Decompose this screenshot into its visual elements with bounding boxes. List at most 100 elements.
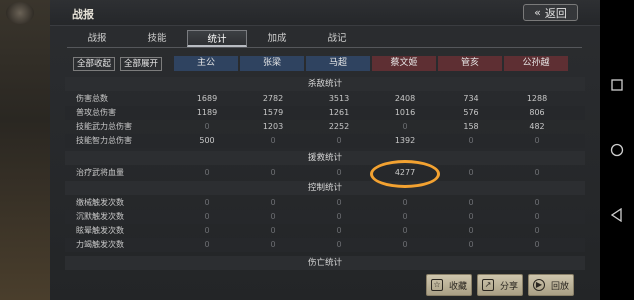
table-cell: 482 [529,122,545,131]
table-row: 沉默触发次数 0 0 0 0 0 0 [65,210,585,224]
collapse-all-button[interactable]: 全部收起 [73,57,115,71]
tab-report[interactable]: 战报 [67,30,127,47]
android-navigation-bar [600,0,634,300]
battle-report-panel: 战报 « 返回 战报 技能 统计 加成 战记 全部收起 全部展开 主公 张梁 马… [50,0,600,300]
general-header-machao: 马超 [306,56,370,71]
table-cell: 1016 [394,108,416,117]
left-background-strip [0,0,50,300]
replay-label: 回放 [550,281,569,292]
favorite-label: 收藏 [448,281,467,292]
row-label: 治疗武将血量 [76,168,124,177]
row-label: 伤害总数 [76,94,108,103]
table-cell: 0 [270,136,276,145]
general-header-gongsunyue: 公孙越 [504,56,568,71]
recent-apps-icon[interactable] [600,70,634,100]
table-cell: 0 [534,198,540,207]
table-cell: 158 [463,122,479,131]
table-cell: 1392 [394,136,416,145]
share-button[interactable]: ↗ 分享 [477,274,523,296]
row-label: 缴械触发次数 [76,198,124,207]
general-header-zhugong: 主公 [174,56,238,71]
section-kill-stats[interactable]: 杀敌统计 [65,77,585,91]
table-cell: 0 [534,168,540,177]
row-label: 技能智力总伤害 [76,136,132,145]
table-cell: 0 [336,226,342,235]
table-cell: 1189 [196,108,218,117]
general-header-guanhai: 管亥 [438,56,502,71]
table-cell: 2782 [262,94,284,103]
table-cell: 0 [204,168,210,177]
table-cell: 2252 [328,122,350,131]
tab-skills[interactable]: 技能 [127,30,187,47]
table-cell: 0 [336,168,342,177]
table-row: 眩晕触发次数 0 0 0 0 0 0 [65,224,585,238]
table-cell: 0 [204,240,210,249]
back-button[interactable]: « 返回 [523,4,578,21]
table-cell: 0 [204,226,210,235]
table-cell: 0 [534,136,540,145]
star-icon: ☆ [430,279,443,291]
table-cell: 0 [336,212,342,221]
table-cell: 0 [534,240,540,249]
table-cell: 0 [270,226,276,235]
table-cell: 576 [463,108,479,117]
table-cell: 1288 [526,94,548,103]
section-casualty-stats[interactable]: 伤亡统计 [65,256,585,270]
table-row: 普攻总伤害 1189 1579 1261 1016 576 806 [65,106,585,120]
section-control-stats[interactable]: 控制统计 [65,181,585,195]
row-label: 技能武力总伤害 [76,122,132,131]
general-header-caiwenji: 蔡文姬 [372,56,436,71]
table-cell: 0 [204,198,210,207]
table-row: 伤害总数 1689 2782 3513 2408 734 1288 [65,92,585,106]
tab-statistics[interactable]: 统计 [187,30,247,47]
table-cell: 0 [468,136,474,145]
table-cell: 0 [402,240,408,249]
table-cell: 0 [402,212,408,221]
table-cell: 3513 [328,94,350,103]
expand-all-button[interactable]: 全部展开 [120,57,162,71]
table-cell: 1261 [328,108,350,117]
table-row: 技能武力总伤害 0 1203 2252 0 158 482 [65,120,585,134]
table-cell: 0 [204,122,210,131]
replay-button[interactable]: ▶ 回放 [528,274,574,296]
back-button-label: 返回 [544,6,567,20]
table-cell: 1689 [196,94,218,103]
page-title: 战报 [72,8,94,21]
table-cell: 500 [199,136,215,145]
annotation-circle [370,160,440,188]
table-cell: 0 [204,212,210,221]
section-rescue-stats[interactable]: 援救统计 [65,151,585,165]
table-cell: 0 [402,122,408,131]
tab-bar: 战报 技能 统计 加成 战记 [67,30,582,48]
back-triangle-icon[interactable] [600,200,634,230]
home-icon[interactable] [600,135,634,165]
table-cell: 0 [402,198,408,207]
emblem-icon [6,2,34,24]
table-row: 技能智力总伤害 500 0 0 1392 0 0 [65,134,585,148]
table-cell: 806 [529,108,545,117]
table-cell: 1203 [262,122,284,131]
top-bar: 战报 « 返回 [50,0,600,26]
table-cell: 0 [534,226,540,235]
double-chevron-left-icon: « [534,6,541,19]
row-label: 普攻总伤害 [76,108,116,117]
table-cell: 1579 [262,108,284,117]
favorite-button[interactable]: ☆ 收藏 [426,274,472,296]
table-cell: 0 [270,198,276,207]
table-cell: 0 [336,240,342,249]
tab-bonus[interactable]: 加成 [247,30,307,47]
table-cell: 0 [468,226,474,235]
row-label: 眩晕触发次数 [76,226,124,235]
table-cell: 2408 [394,94,416,103]
table-row: 缴械触发次数 0 0 0 0 0 0 [65,196,585,210]
table-cell: 0 [402,226,408,235]
table-cell: 0 [336,198,342,207]
row-label: 力竭触发次数 [76,240,124,249]
table-row: 治疗武将血量 0 0 0 4277 0 0 [65,166,585,180]
table-cell: 0 [270,240,276,249]
row-label: 沉默触发次数 [76,212,124,221]
tab-records[interactable]: 战记 [307,30,367,47]
table-cell: 0 [468,198,474,207]
table-cell: 0 [468,212,474,221]
table-cell: 0 [534,212,540,221]
